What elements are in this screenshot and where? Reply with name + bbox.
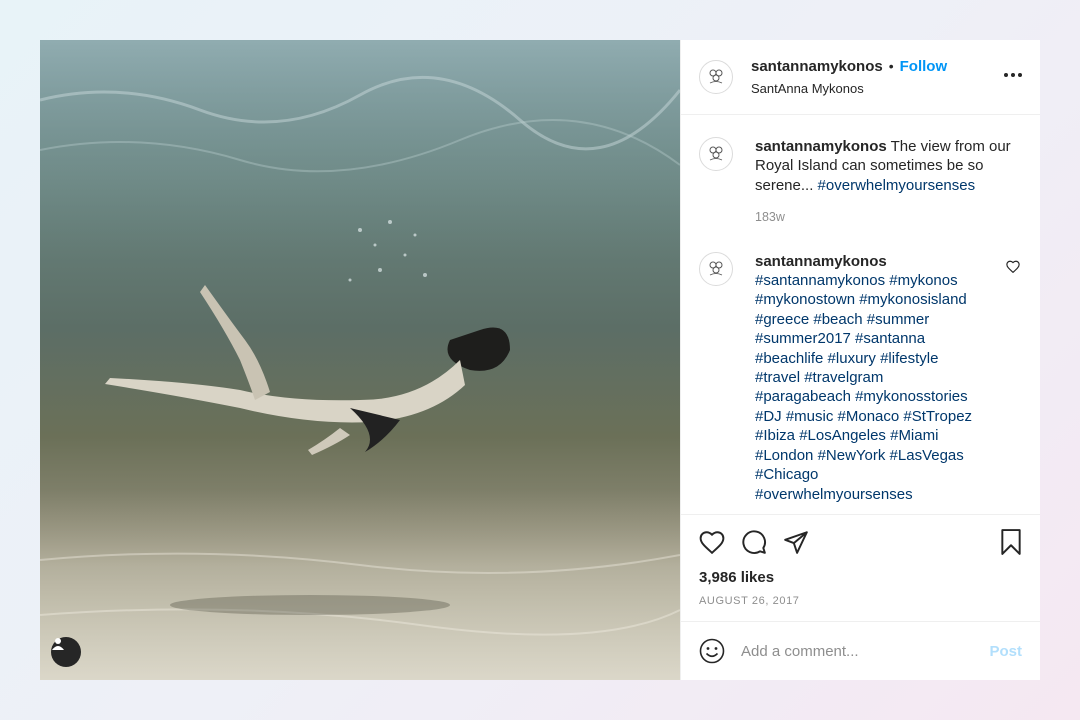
hashtag-line[interactable]: #paragabeach #mykonosstories: [755, 387, 1022, 406]
caption: santannamykonos The view from our Royal …: [699, 137, 1022, 228]
follow-button[interactable]: Follow: [900, 58, 948, 75]
hashtag-line[interactable]: #DJ #music #Monaco #StTropez: [755, 407, 1022, 426]
post-photo[interactable]: [40, 40, 680, 680]
more-options-icon[interactable]: [1004, 73, 1022, 77]
post-header: santannamykonos • Follow SantAnna Mykonos: [681, 40, 1040, 115]
brand-logo-icon: [709, 261, 723, 275]
caption-timestamp[interactable]: 183w: [755, 208, 1022, 227]
user-tag-icon: [52, 638, 64, 650]
avatar[interactable]: [699, 137, 733, 171]
hashtag-line[interactable]: #Chicago: [755, 465, 1022, 484]
post-comment-button[interactable]: Post: [989, 643, 1022, 660]
username[interactable]: santannamykonos: [751, 58, 883, 75]
swimmer-figure: [105, 285, 510, 455]
comments-list: santannamykonos The view from our Royal …: [681, 115, 1040, 514]
separator-dot: •: [888, 58, 894, 74]
likes-count[interactable]: 3,986 likes: [699, 569, 1022, 586]
tagged-users-button[interactable]: [51, 637, 81, 667]
comment-username[interactable]: santannamykonos: [755, 253, 887, 270]
caption-username[interactable]: santannamykonos: [755, 138, 887, 155]
post-date[interactable]: AUGUST 26, 2017: [699, 595, 1022, 607]
share-icon[interactable]: [783, 530, 809, 554]
comment-input[interactable]: [739, 641, 990, 661]
instagram-post: santannamykonos • Follow SantAnna Mykonos: [40, 40, 1040, 680]
action-bar: 3,986 likes AUGUST 26, 2017: [681, 514, 1040, 607]
caption-hashtag[interactable]: #overwhelmyoursenses: [818, 177, 976, 194]
avatar[interactable]: [699, 60, 733, 94]
underwater-swimmer-illustration: [40, 40, 680, 680]
emoji-icon[interactable]: [699, 638, 725, 664]
comment-like-heart-icon[interactable]: [1006, 260, 1020, 278]
hashtag-line[interactable]: #greece #beach #summer: [755, 310, 1022, 329]
add-comment-bar: Post: [681, 621, 1040, 680]
hashtag-line[interactable]: #summer2017 #santanna: [755, 329, 1022, 348]
comment: santannamykonos #santannamykonos #mykono…: [699, 251, 1022, 504]
avatar[interactable]: [699, 251, 733, 286]
brand-logo-icon: [709, 146, 723, 161]
hashtag-line[interactable]: #overwhelmyoursenses: [755, 485, 1022, 504]
location-link[interactable]: SantAnna Mykonos: [751, 81, 947, 96]
hashtag-line[interactable]: #mykonostown #mykonosisland: [755, 290, 1022, 309]
hashtag-line[interactable]: #travel #travelgram: [755, 368, 1022, 387]
hashtag-line[interactable]: #Ibiza #LosAngeles #Miami: [755, 426, 1022, 445]
bookmark-icon[interactable]: [1000, 529, 1022, 555]
hashtag-line[interactable]: #beachlife #luxury #lifestyle: [755, 349, 1022, 368]
post-sidebar: santannamykonos • Follow SantAnna Mykonos: [680, 40, 1040, 680]
hashtag-line[interactable]: #santannamykonos #mykonos: [755, 271, 1022, 290]
hashtag-line[interactable]: #London #NewYork #LasVegas: [755, 446, 1022, 465]
brand-logo-icon: [709, 69, 723, 84]
heart-icon[interactable]: [699, 530, 725, 554]
comment-icon[interactable]: [741, 529, 767, 555]
